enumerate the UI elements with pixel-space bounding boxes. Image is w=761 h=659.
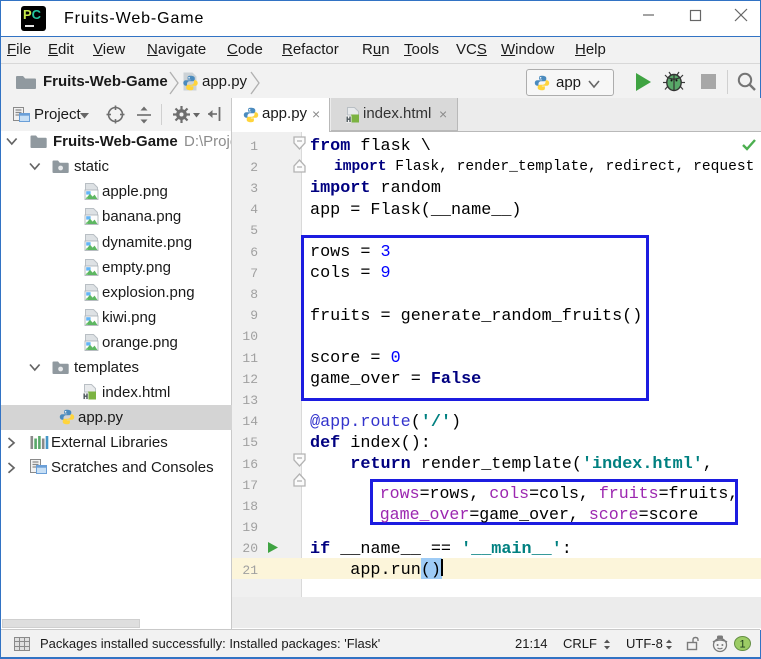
svg-text:1: 1 (739, 639, 745, 651)
